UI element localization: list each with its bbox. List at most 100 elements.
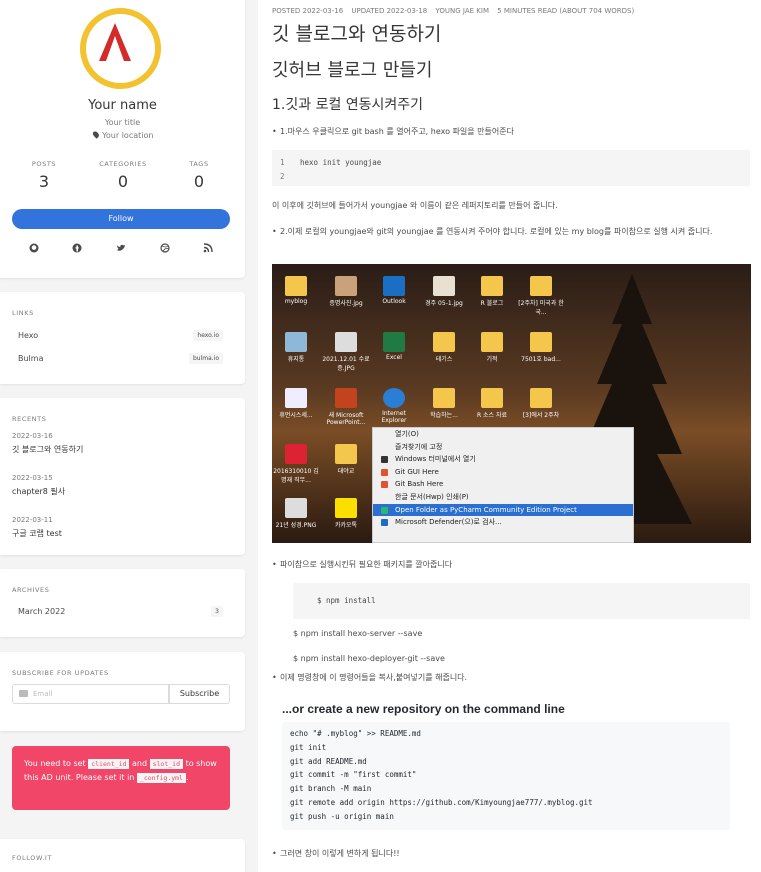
post-article: POSTED 2022-03-16 UPDATED 2022-03-18 YOU… bbox=[258, 0, 761, 872]
recent-date: 2022-03-15 bbox=[12, 474, 53, 482]
desktop-icon: 휴지통 bbox=[272, 332, 320, 363]
facebook-icon[interactable] bbox=[72, 243, 82, 253]
recent-post-link[interactable]: chapter8 필사 bbox=[12, 486, 65, 497]
stat-value: 3 bbox=[38, 172, 50, 191]
location-text: Your location bbox=[102, 131, 154, 140]
archive-count: 3 bbox=[211, 606, 223, 617]
code-block: $ npm install bbox=[293, 583, 750, 619]
recent-date: 2022-03-16 bbox=[12, 432, 53, 440]
stat-categories[interactable]: CATEGORIES 0 bbox=[83, 160, 163, 191]
post-meta: POSTED 2022-03-16 UPDATED 2022-03-18 YOU… bbox=[272, 7, 640, 15]
list-item: 파이참으로 실행시킨뒤 필요한 패키지를 깔아줍니다 bbox=[272, 558, 750, 571]
profile-card: Your name Your title Your location POSTS… bbox=[0, 0, 245, 278]
desktop-icon: Internet Explorer bbox=[370, 388, 418, 424]
archives-card: ARCHIVES March 2022 3 bbox=[0, 569, 245, 637]
desktop-icon: 2016310010 김명재 직무... bbox=[272, 444, 320, 484]
stat-value: 0 bbox=[193, 172, 205, 191]
email-placeholder: Email bbox=[33, 690, 53, 698]
updated-date: UPDATED 2022-03-18 bbox=[351, 7, 428, 15]
followit-title: FOLLOW.IT bbox=[12, 854, 53, 862]
desktop-icon: 증명사진.jpg bbox=[322, 276, 370, 307]
desktop-icon: Outlook bbox=[370, 276, 418, 305]
code-block: 12 hexo init youngjae bbox=[272, 150, 750, 186]
read-time: 5 MINUTES READ (ABOUT 704 WORDS) bbox=[497, 7, 635, 15]
desktop-icon: 기적 bbox=[468, 332, 516, 363]
stat-value: 0 bbox=[117, 172, 129, 191]
context-menu: 열기(O) 즐겨찾기에 고정 Windows 터미널에서 열기 Git GUI … bbox=[372, 427, 634, 543]
email-input[interactable]: Email bbox=[12, 684, 169, 704]
archive-march-2022[interactable]: March 2022 3 bbox=[18, 606, 223, 617]
desktop-icon: 대야교 bbox=[322, 444, 370, 475]
paragraph: $ npm install hexo-deployer-git --save bbox=[293, 654, 445, 663]
profile-name: Your name bbox=[88, 98, 157, 113]
desktop-icon: [3]에서 2주차 bbox=[517, 388, 565, 419]
stat-label: TAGS bbox=[189, 160, 209, 168]
subscribe-button[interactable]: Subscribe bbox=[169, 684, 230, 704]
stat-label: POSTS bbox=[31, 160, 57, 168]
profile-title: Your title bbox=[104, 118, 141, 127]
context-menu-item: 한글 문서(Hwp) 인쇄(P) bbox=[395, 492, 469, 501]
desktop-icon: 21년 성경.PNG bbox=[272, 498, 320, 529]
post-heading: 깃허브 블로그 만들기 bbox=[272, 60, 433, 81]
avatar bbox=[80, 8, 161, 89]
twitter-icon[interactable] bbox=[116, 243, 126, 253]
recent-post-link[interactable]: 깃 블로그와 연동하기 bbox=[12, 444, 83, 455]
sidebar: Your name Your title Your location POSTS… bbox=[0, 0, 245, 872]
avatar-logo-icon bbox=[99, 23, 131, 61]
context-menu-item: 즐겨찾기에 고정 bbox=[395, 442, 443, 451]
link-bulma[interactable]: Bulma bulma.io bbox=[18, 353, 223, 364]
context-menu-item: Git GUI Here bbox=[373, 466, 633, 479]
desktop-icon: 새 Microsoft PowerPoint... bbox=[322, 388, 370, 426]
list-item: 그러면 창이 이렇게 변하게 됩니다!! bbox=[272, 847, 750, 860]
context-menu-item: Open Folder as PyCharm Community Edition… bbox=[373, 503, 633, 517]
link-label: Hexo bbox=[18, 331, 39, 340]
links-card: LINKS Hexo hexo.io Bulma bulma.io bbox=[0, 292, 245, 384]
author-name[interactable]: YOUNG JAE KIM bbox=[436, 7, 489, 15]
link-tag: bulma.io bbox=[188, 353, 223, 364]
github-icon[interactable] bbox=[29, 243, 39, 253]
desktop-icon: R 소스 자료 bbox=[468, 388, 516, 419]
followit-card: FOLLOW.IT bbox=[0, 839, 245, 872]
posted-date: POSTED 2022-03-16 bbox=[272, 7, 344, 15]
list-item: 1.마우스 우클릭으로 git bash 를 열어주고, hexo 파일을 만들… bbox=[272, 125, 750, 138]
follow-button[interactable]: Follow bbox=[12, 209, 230, 229]
github-heading: ...or create a new repository on the com… bbox=[282, 702, 565, 716]
desktop-icon: 7501호 bad... bbox=[517, 332, 565, 363]
recents-card: RECENTS 2022-03-16 깃 블로그와 연동하기 2022-03-1… bbox=[0, 398, 245, 555]
stat-tags[interactable]: TAGS 0 bbox=[159, 160, 239, 191]
desktop-icon: 학습하는... bbox=[420, 388, 468, 419]
envelope-icon bbox=[19, 690, 28, 697]
link-label: Bulma bbox=[18, 354, 44, 363]
line-numbers: 12 bbox=[280, 158, 285, 181]
ad-code: _config.yml bbox=[136, 773, 186, 783]
list-item: 이제 명령창에 이 명령어들을 복사,붙여넣기를 해줍니다. bbox=[272, 671, 750, 684]
ad-text: . bbox=[185, 773, 189, 782]
code-text: hexo init youngjae bbox=[300, 158, 382, 167]
list-item: 2.이제 로컬의 youngjae와 git의 youngjae 를 연동시켜 … bbox=[272, 225, 744, 238]
map-marker-icon bbox=[91, 130, 100, 139]
social-links bbox=[12, 243, 230, 253]
github-command-screenshot: ...or create a new repository on the com… bbox=[282, 702, 730, 832]
desktop-icon: 휴먼시스세... bbox=[272, 388, 320, 419]
rss-icon[interactable] bbox=[203, 243, 213, 253]
stat-posts[interactable]: POSTS 3 bbox=[4, 160, 84, 191]
desktop-icon: 경주 05-1.jpg bbox=[420, 276, 468, 307]
recent-post-link[interactable]: 구글 코랩 test bbox=[12, 528, 62, 539]
paragraph: $ npm install hexo-server --save bbox=[293, 629, 423, 638]
subscribe-title: SUBSCRIBE FOR UPDATES bbox=[12, 669, 109, 677]
desktop-icon: 테기스 bbox=[420, 332, 468, 363]
desktop-icon: 카카오톡 bbox=[322, 498, 370, 529]
recents-title: RECENTS bbox=[12, 415, 47, 423]
link-hexo[interactable]: Hexo hexo.io bbox=[18, 330, 223, 341]
context-menu-item: Microsoft Defender(으)로 검사... bbox=[373, 516, 633, 529]
post-title[interactable]: 깃 블로그와 연동하기 bbox=[272, 19, 441, 46]
link-tag: hexo.io bbox=[193, 330, 223, 341]
dribbble-icon[interactable] bbox=[159, 243, 170, 253]
stat-label: CATEGORIES bbox=[99, 160, 147, 168]
ad-code: slot_id bbox=[149, 759, 184, 769]
archives-title: ARCHIVES bbox=[12, 586, 50, 594]
archive-label: March 2022 bbox=[18, 607, 66, 616]
desktop-icon: [2주차] 미국과 한국... bbox=[517, 276, 565, 316]
github-code: echo "# .myblog" >> README.md git init g… bbox=[282, 722, 730, 830]
ad-notice: You need to set client_id and slot_id to… bbox=[12, 746, 230, 810]
